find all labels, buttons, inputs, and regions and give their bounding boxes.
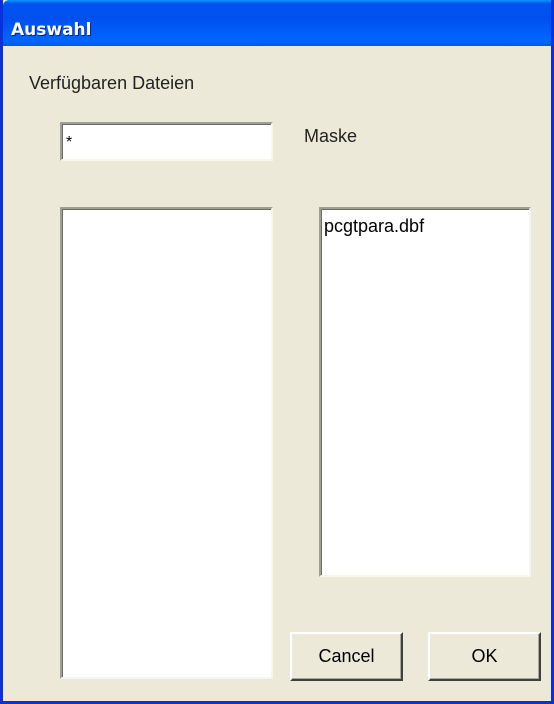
directory-list[interactable] <box>60 207 273 679</box>
available-files-label: Verfügbaren Dateien <box>29 73 195 93</box>
mask-label: Maske <box>304 126 358 146</box>
list-item[interactable]: pcgtpara.dbf <box>324 215 526 237</box>
cancel-button[interactable]: Cancel <box>290 632 403 681</box>
window-title: Auswahl <box>11 20 92 40</box>
file-list[interactable]: pcgtpara.dbf <box>319 207 531 577</box>
title-bar[interactable]: Auswahl <box>3 0 551 46</box>
ok-button[interactable]: OK <box>428 632 541 681</box>
mask-input[interactable] <box>60 122 273 161</box>
